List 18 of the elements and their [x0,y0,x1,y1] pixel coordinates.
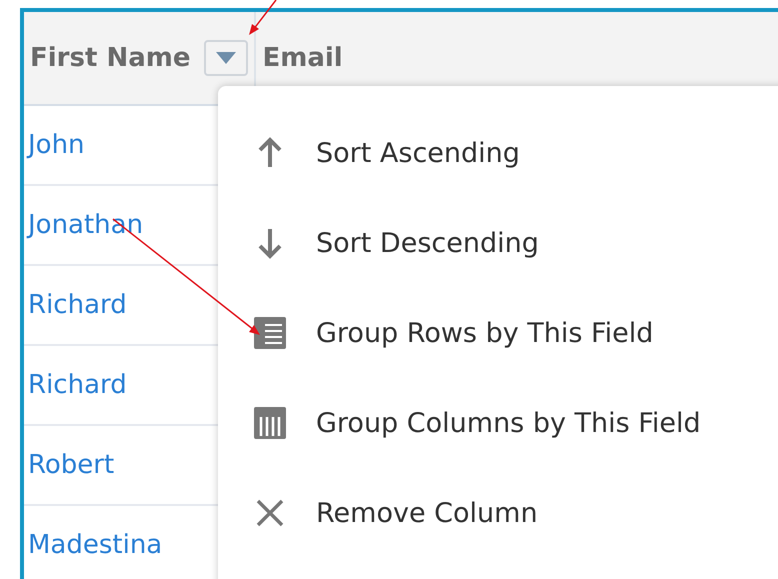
annotation-arrow [248,0,278,36]
rows-icon [254,317,286,349]
name-link[interactable]: Richard [28,370,127,400]
name-link[interactable]: John [28,130,85,160]
menu-item[interactable]: Remove Column [218,468,778,558]
column-header: First Name [30,43,190,73]
close-icon [254,497,286,529]
menu-item[interactable]: Sort Ascending [218,108,778,198]
column-header: Email [262,43,343,73]
columns-icon [254,407,286,439]
name-link[interactable]: Richard [28,290,127,320]
caret-down-icon [216,52,236,64]
name-link[interactable]: Madestina [28,530,162,560]
menu-item[interactable]: Group Columns by This Field [218,378,778,468]
name-link[interactable]: Robert [28,450,114,480]
menu-item[interactable]: Group Rows by This Field [218,288,778,378]
column-menu-button[interactable] [204,40,248,76]
menu-item[interactable]: Sort Descending [218,198,778,288]
